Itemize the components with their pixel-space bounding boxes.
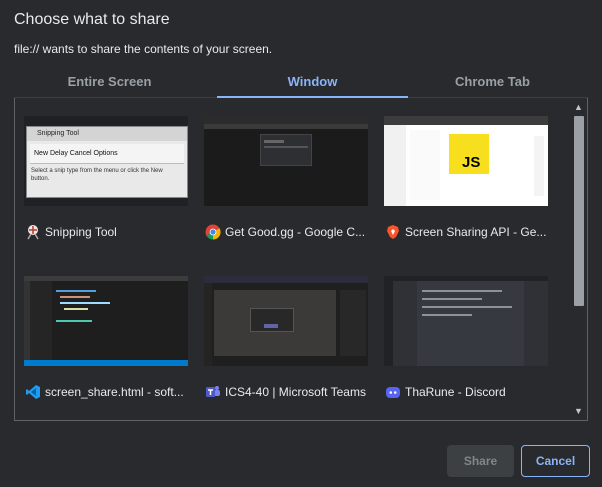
window-grid: Snipping Tool New Delay Cancel Options S… [15, 98, 571, 420]
window-thumbnail: Snipping Tool New Delay Cancel Options S… [24, 116, 188, 206]
brave-icon [385, 224, 401, 240]
window-thumbnail [384, 276, 548, 366]
discord-icon [385, 384, 401, 400]
scrollbar-thumb[interactable] [574, 116, 584, 306]
cancel-button[interactable]: Cancel [521, 445, 590, 477]
window-label: screen_share.html - soft... [45, 385, 184, 399]
snipping-tool-icon [25, 224, 41, 240]
snip-preview-hint: Select a snip type from the menu or clic… [31, 168, 163, 182]
window-thumbnail [204, 276, 368, 366]
snip-preview-toolbar: New Delay Cancel Options [30, 144, 184, 164]
dialog-subtitle: file:// wants to share the contents of y… [14, 42, 273, 56]
teams-icon [205, 384, 221, 400]
tab-chrome-tab[interactable]: Chrome Tab [397, 70, 588, 98]
window-list-panel: Snipping Tool New Delay Cancel Options S… [14, 98, 588, 421]
share-source-tabs: Entire Screen Window Chrome Tab [14, 70, 588, 98]
window-thumbnail [204, 116, 368, 206]
window-thumbnail: JS [384, 116, 548, 206]
window-label: Snipping Tool [45, 225, 117, 239]
vertical-scrollbar[interactable]: ▲ ▼ [570, 98, 587, 420]
share-button[interactable]: Share [447, 445, 514, 477]
snip-preview-title: Snipping Tool [27, 127, 187, 141]
snipping-tool-preview: Snipping Tool New Delay Cancel Options S… [26, 126, 188, 198]
window-item-vscode[interactable]: screen_share.html - soft... [17, 262, 188, 402]
dialog-title: Choose what to share [14, 11, 170, 28]
scroll-up-arrow-icon[interactable]: ▲ [570, 100, 587, 114]
window-item-teams[interactable]: ICS4-40 | Microsoft Teams [197, 262, 368, 402]
window-thumbnail [24, 276, 188, 366]
tab-entire-screen[interactable]: Entire Screen [14, 70, 205, 98]
window-label: Screen Sharing API - Ge... [405, 225, 547, 239]
js-badge: JS [462, 154, 481, 171]
window-item-discord[interactable]: ThaRune - Discord [377, 262, 548, 402]
window-item-chrome[interactable]: Get Good.gg - Google C... [197, 102, 368, 242]
chrome-icon [205, 224, 221, 240]
window-label: Get Good.gg - Google C... [225, 225, 366, 239]
window-label: ThaRune - Discord [405, 385, 506, 399]
tab-window[interactable]: Window [217, 70, 408, 98]
window-item-brave[interactable]: JS Screen Sharing API - Ge... [377, 102, 548, 242]
vscode-icon [25, 384, 41, 400]
window-item-snipping-tool[interactable]: Snipping Tool New Delay Cancel Options S… [17, 102, 188, 242]
window-label: ICS4-40 | Microsoft Teams [225, 385, 366, 399]
scroll-down-arrow-icon[interactable]: ▼ [570, 404, 587, 418]
